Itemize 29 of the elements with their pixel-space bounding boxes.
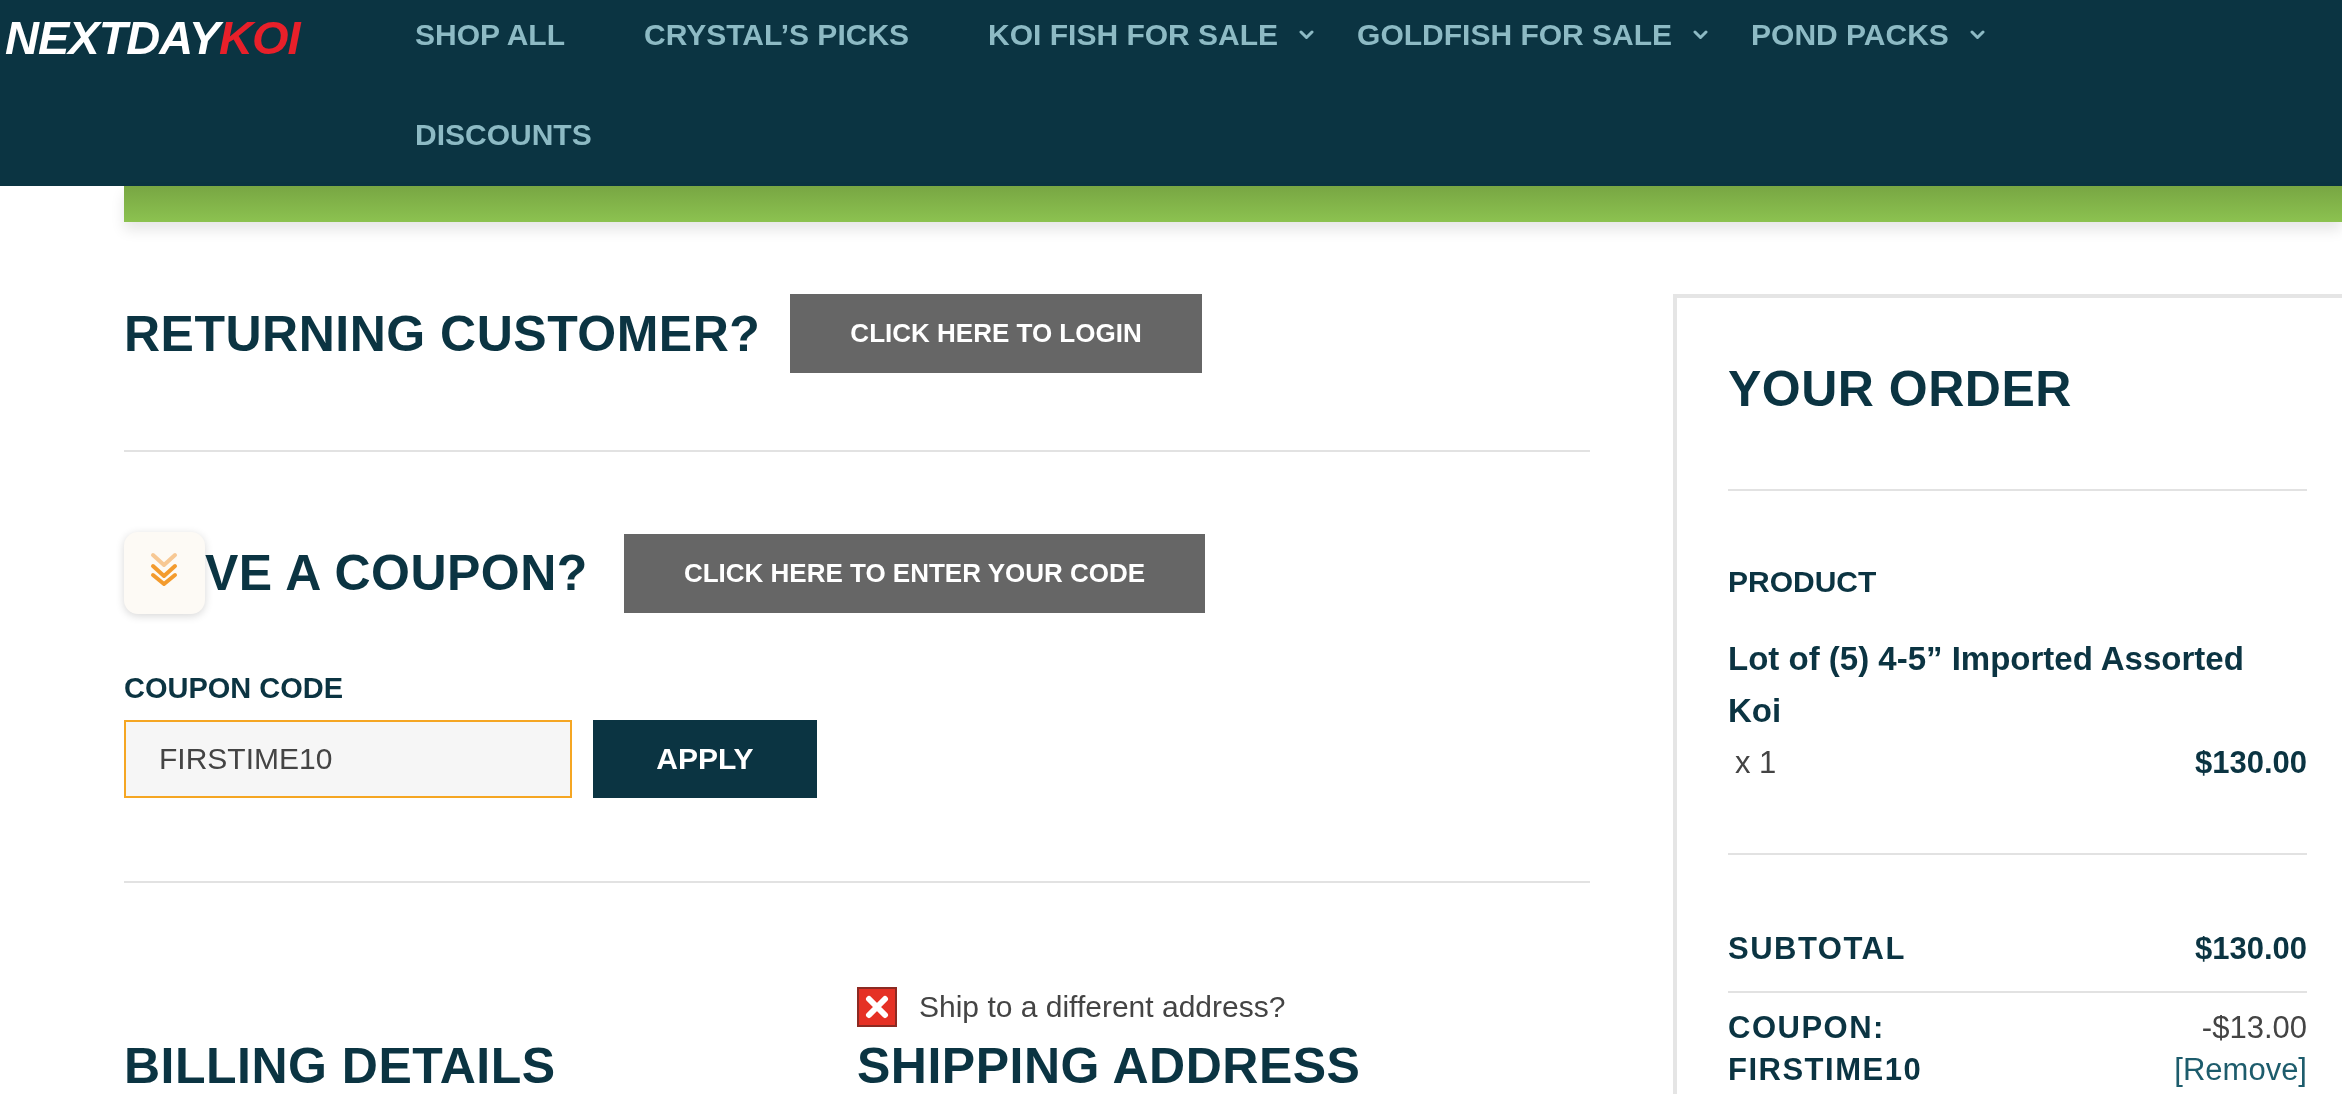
total-label: SUBTOTAL <box>1728 930 1906 967</box>
column-header: PRODUCT <box>1728 564 1878 600</box>
section-heading: VE A COUPON? <box>205 548 588 598</box>
product-price: $130.00 <box>2194 744 2307 781</box>
section-heading: RETURNING CUSTOMER? <box>124 308 761 359</box>
login-button[interactable]: CLICK HERE TO LOGIN <box>790 294 1202 373</box>
section-heading: SHIPPING ADDRESS <box>857 1041 1362 1091</box>
discount-value: -$13.00 <box>2201 1009 2307 1047</box>
nav-link[interactable]: DISCOUNTS <box>415 100 628 170</box>
nav-link[interactable]: CRYSTAL’S PICKS <box>644 0 946 70</box>
product-quantity: x 1 <box>1734 744 1777 781</box>
nav-link[interactable]: SHOP ALL <box>415 0 601 70</box>
site-logo[interactable]: NEXTDAYKOI <box>5 10 300 67</box>
apply-button[interactable]: APPLY <box>593 720 817 798</box>
checkbox-x-icon[interactable] <box>857 987 897 1027</box>
total-value: $130.00 <box>2194 930 2307 967</box>
double-chevron-icon <box>150 551 178 587</box>
enter-code-button[interactable]: CLICK HERE TO ENTER YOUR CODE <box>623 533 1206 613</box>
section-heading: BILLING DETAILS <box>124 1041 557 1091</box>
nav-link[interactable]: POND PACKS <box>1751 0 1985 70</box>
field-label: COUPON CODE <box>124 671 345 706</box>
nav-link[interactable]: KOI FISH FOR SALE <box>988 0 1315 70</box>
coupon-label: COUPON: FIRSTIME10 <box>1728 1009 1924 1089</box>
nav-link[interactable]: GOLDFISH FOR SALE <box>1357 0 1709 70</box>
checkbox-label[interactable]: Ship to a different address? <box>919 990 1286 1024</box>
remove-link[interactable]: [Remove] <box>2174 1049 2307 1091</box>
coupon-input[interactable]: FIRSTIME10 <box>124 720 572 798</box>
product-name: Lot of (5) 4-5” Imported Assorted Koi <box>1728 639 2245 731</box>
order-heading: YOUR ORDER <box>1728 364 2073 414</box>
